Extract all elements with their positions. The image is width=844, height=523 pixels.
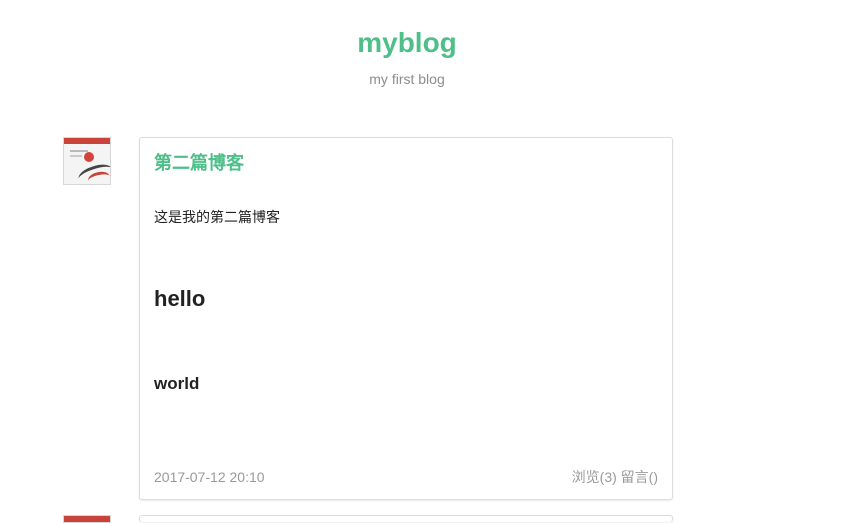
book-cover-icon: [63, 137, 111, 185]
site-title[interactable]: myblog: [0, 26, 814, 60]
post-card: 第二篇博客 这是我的第二篇博客 hello world 2017-07-12 2…: [139, 137, 673, 500]
site-header: myblog my first blog: [0, 0, 844, 110]
post-heading-world: world: [154, 374, 200, 393]
post-date: 2017-07-12 20:10: [154, 469, 265, 485]
post-heading-hello: hello: [154, 286, 206, 311]
post-title[interactable]: 第二篇博客: [154, 152, 244, 174]
site-subtitle: my first blog: [369, 71, 445, 87]
comments-count-link[interactable]: 留言(): [621, 469, 658, 485]
views-count-link[interactable]: 浏览(3): [572, 469, 617, 485]
post-stats: 浏览(3) 留言(): [572, 468, 658, 486]
post-card: [139, 515, 673, 522]
post-body-text: 这是我的第二篇博客: [154, 209, 280, 225]
